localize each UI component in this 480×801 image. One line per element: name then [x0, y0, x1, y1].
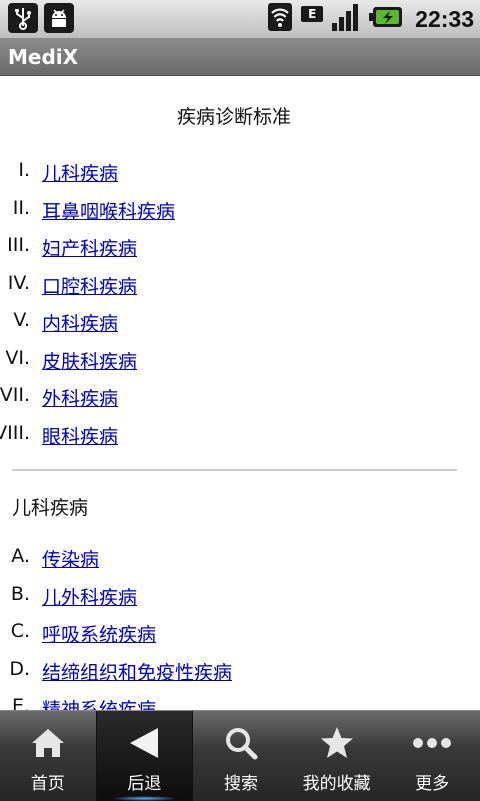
item-number: D.	[9, 657, 30, 680]
tab-back[interactable]: 后退	[95, 711, 194, 801]
subcategory-link[interactable]: 呼吸系统疾病	[42, 620, 156, 647]
home-icon	[30, 723, 66, 763]
subcategory-link[interactable]: 儿外科疾病	[42, 583, 137, 610]
content-area[interactable]: 疾病诊断标准 I. 儿科疾病 II. 耳鼻咽喉科疾病 III. 妇产科疾病 IV. 口腔…	[0, 76, 480, 710]
network-type-badge: E	[301, 6, 324, 22]
item-number: E.	[11, 695, 30, 710]
item-number: V.	[13, 309, 30, 331]
item-number: B.	[10, 582, 30, 605]
item-number: IV.	[7, 271, 30, 294]
tab-favorites[interactable]: 我的收藏	[289, 711, 385, 801]
tab-label: 搜索	[223, 774, 258, 794]
item-number: II.	[12, 196, 30, 219]
list-item: III. 妇产科疾病	[0, 234, 480, 272]
tab-label: 更多	[415, 774, 450, 794]
item-number: VII.	[0, 384, 30, 406]
section-divider	[12, 469, 457, 471]
item-number: VI.	[5, 346, 30, 369]
more-dots-icon	[412, 723, 452, 763]
category-link[interactable]: 耳鼻咽喉科疾病	[42, 197, 175, 224]
list-item: E. 精神系统疾病	[0, 695, 480, 710]
tab-home[interactable]: 首页	[0, 711, 96, 801]
category-link[interactable]: 皮肤科疾病	[42, 347, 137, 374]
section-title: 儿科疾病	[12, 497, 89, 519]
tab-label: 首页	[30, 774, 65, 794]
subcategory-link[interactable]: 精神系统疾病	[42, 695, 156, 710]
list-item: A. 传染病	[0, 545, 480, 583]
signal-icon	[331, 2, 361, 36]
category-link[interactable]: 外科疾病	[42, 384, 118, 411]
tab-label: 后退	[127, 774, 162, 794]
list-item: VI. 皮肤科疾病	[0, 347, 480, 385]
item-number: C.	[10, 620, 30, 642]
category-link[interactable]: 口腔科疾病	[42, 272, 137, 299]
status-bar: E 22:33	[0, 0, 480, 39]
tab-search[interactable]: 搜索	[193, 711, 289, 801]
tab-more[interactable]: 更多	[384, 711, 480, 801]
category-link[interactable]: 儿科疾病	[42, 159, 118, 186]
back-arrow-icon	[126, 723, 162, 763]
wifi-icon	[267, 2, 293, 36]
subcategory-link[interactable]: 结缔组织和免疫性疾病	[42, 658, 232, 685]
list-item: I. 儿科疾病	[0, 159, 480, 197]
list-item: V. 内科疾病	[0, 309, 480, 347]
app-title: MediX	[8, 45, 79, 69]
item-number: III.	[7, 234, 30, 256]
system-icons: E 22:33	[267, 3, 474, 35]
notification-icons	[8, 3, 74, 33]
item-number: I.	[18, 159, 30, 181]
tab-label: 我的收藏	[302, 774, 371, 794]
page-title: 疾病诊断标准	[176, 106, 291, 128]
list-item: B. 儿外科疾病	[0, 583, 480, 621]
list-item: II. 耳鼻咽喉科疾病	[0, 197, 480, 235]
subcategory-link[interactable]: 传染病	[42, 545, 99, 572]
clock: 22:33	[415, 5, 474, 32]
bottom-navigation: 首页 后退 搜索 我的收藏 更多	[0, 710, 480, 801]
list-item: C. 呼吸系统疾病	[0, 620, 480, 658]
list-item: D. 结缔组织和免疫性疾病	[0, 658, 480, 696]
category-index: I. 儿科疾病 II. 耳鼻咽喉科疾病 III. 妇产科疾病 IV. 口腔科疾病 V. 内…	[0, 159, 480, 459]
battery-charging-icon	[369, 5, 403, 33]
subcategory-list: A. 传染病 B. 儿外科疾病 C. 呼吸系统疾病 D. 结缔组织和免疫性疾病 E. 精神…	[0, 545, 480, 710]
app-title-bar: MediX	[0, 39, 480, 76]
category-link[interactable]: 妇产科疾病	[42, 234, 137, 261]
list-item: VII. 外科疾病	[0, 384, 480, 422]
list-item: IV. 口腔科疾病	[0, 272, 480, 310]
item-number: A.	[11, 545, 30, 567]
star-icon	[319, 723, 355, 763]
list-item: VIII. 眼科疾病	[0, 422, 480, 460]
category-link[interactable]: 眼科疾病	[42, 422, 118, 449]
category-link[interactable]: 内科疾病	[42, 309, 118, 336]
search-icon	[223, 723, 259, 763]
android-debug-icon	[44, 3, 74, 33]
item-number: VIII.	[0, 421, 30, 444]
usb-icon	[8, 3, 38, 33]
